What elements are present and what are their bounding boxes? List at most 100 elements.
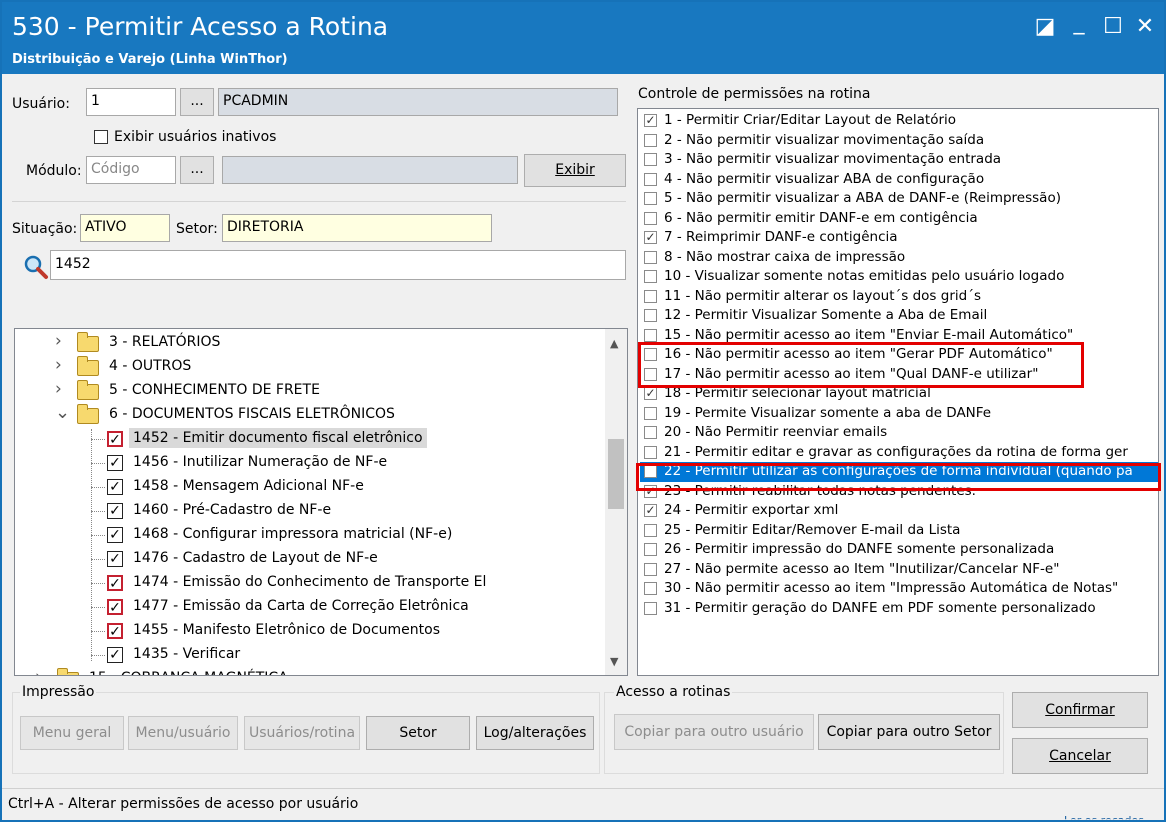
- permission-checkbox[interactable]: [644, 153, 657, 166]
- permission-checkbox[interactable]: ✓: [644, 504, 657, 517]
- permission-checkbox[interactable]: [644, 406, 657, 420]
- permission-item[interactable]: 2 - Não permitir visualizar movimentação…: [640, 131, 1158, 151]
- permission-checkbox[interactable]: [644, 582, 657, 595]
- setor-button[interactable]: Setor: [366, 716, 470, 750]
- tree-item-checkbox[interactable]: ✓: [107, 551, 123, 567]
- tree-item[interactable]: ✓ 1476 - Cadastro de Layout de NF-e: [15, 547, 595, 571]
- tree-item[interactable]: ✓ 1455 - Manifesto Eletrônico de Document…: [15, 619, 595, 643]
- tree-item[interactable]: ✓ 1452 - Emitir documento fiscal eletrôni…: [15, 427, 595, 451]
- permission-checkbox[interactable]: [644, 172, 657, 186]
- permission-checkbox[interactable]: [644, 601, 657, 615]
- show-inactive-checkbox[interactable]: [94, 130, 108, 144]
- permission-checkbox[interactable]: [644, 270, 657, 283]
- cancel-button[interactable]: Cancelar: [1012, 738, 1148, 774]
- tree-item-checkbox[interactable]: ✓: [107, 455, 123, 471]
- tree-item[interactable]: ✓ 1435 - Verificar: [15, 643, 595, 667]
- permission-item[interactable]: 20 - Não Permitir reenviar emails: [640, 423, 1158, 443]
- permission-item[interactable]: 21 - Permitir editar e gravar as configu…: [640, 443, 1158, 463]
- permission-checkbox[interactable]: [644, 133, 657, 147]
- minimize-icon[interactable]: _: [1062, 8, 1096, 38]
- tree-item[interactable]: ✓ 1456 - Inutilizar Numeração de NF-e: [15, 451, 595, 475]
- tree-folder[interactable]: › 15 - COBRANÇA MAGNÉTICA: [15, 667, 595, 675]
- copy-sector-button[interactable]: Copiar para outro Setor: [818, 714, 1000, 750]
- tree-item-checkbox[interactable]: ✓: [107, 503, 123, 519]
- tree-item-checkbox[interactable]: ✓: [107, 527, 123, 543]
- permission-item[interactable]: ✓ 7 - Reimprimir DANF-e contigência: [640, 228, 1158, 248]
- permission-item[interactable]: 30 - Não permitir acesso ao item "Impres…: [640, 579, 1158, 599]
- chevron-right-icon[interactable]: ›: [55, 379, 62, 399]
- maximize-icon[interactable]: ☐: [1096, 12, 1130, 42]
- sector-field[interactable]: DIRETORIA: [222, 214, 492, 242]
- situation-field[interactable]: ATIVO: [80, 214, 170, 242]
- permission-checkbox[interactable]: [644, 562, 657, 576]
- tree-folder[interactable]: › 4 - OUTROS: [15, 355, 595, 379]
- chevron-down-icon[interactable]: ⌄: [55, 402, 70, 423]
- user-code-input[interactable]: 1: [86, 88, 176, 116]
- tree-item-checkbox[interactable]: ✓: [107, 431, 123, 447]
- tree-item[interactable]: ✓ 1474 - Emissão do Conhecimento de Trans…: [15, 571, 595, 595]
- tree-item[interactable]: ✓ 1458 - Mensagem Adicional NF-e: [15, 475, 595, 499]
- copy-user-button[interactable]: Copiar para outro usuário: [614, 714, 814, 750]
- chevron-right-icon[interactable]: ›: [35, 667, 42, 675]
- restore-icon[interactable]: ◪: [1028, 12, 1062, 42]
- permission-checkbox[interactable]: ✓: [644, 387, 657, 400]
- permission-checkbox[interactable]: [644, 309, 657, 322]
- confirm-button[interactable]: Confirmar: [1012, 692, 1148, 728]
- permission-checkbox[interactable]: ✓: [644, 231, 657, 244]
- permission-checkbox[interactable]: [644, 250, 657, 264]
- permission-item[interactable]: 5 - Não permitir visualizar a ABA de DAN…: [640, 189, 1158, 209]
- permission-checkbox[interactable]: [644, 543, 657, 556]
- menu-geral-button[interactable]: Menu geral: [20, 716, 124, 750]
- tree-item[interactable]: ✓ 1477 - Emissão da Carta de Correção Ele…: [15, 595, 595, 619]
- scroll-up-icon[interactable]: ▲: [610, 337, 618, 350]
- permission-item[interactable]: 10 - Visualizar somente notas emitidas p…: [640, 267, 1158, 287]
- tree-scrollbar[interactable]: ▲ ▼: [605, 329, 627, 675]
- permission-item[interactable]: 4 - Não permitir visualizar ABA de confi…: [640, 170, 1158, 190]
- permission-item[interactable]: 8 - Não mostrar caixa de impressão: [640, 248, 1158, 268]
- tree-item-checkbox[interactable]: ✓: [107, 647, 123, 663]
- permission-item[interactable]: ✓ 1 - Permitir Criar/Editar Layout de Rel…: [640, 111, 1158, 131]
- permission-item[interactable]: 26 - Permitir impressão do DANFE somente…: [640, 540, 1158, 560]
- permission-checkbox[interactable]: [644, 426, 657, 439]
- module-code-input[interactable]: Código: [86, 156, 176, 184]
- permission-item[interactable]: 12 - Permitir Visualizar Somente a Aba d…: [640, 306, 1158, 326]
- permission-item[interactable]: 11 - Não permitir alterar os layout´s do…: [640, 287, 1158, 307]
- show-button[interactable]: Exibir: [524, 154, 626, 187]
- permission-checkbox[interactable]: [644, 289, 657, 303]
- user-lookup-button[interactable]: ...: [180, 88, 214, 116]
- tree-item-checkbox[interactable]: ✓: [107, 623, 123, 639]
- permission-checkbox[interactable]: [644, 192, 657, 205]
- permission-item[interactable]: 31 - Permitir geração do DANFE em PDF so…: [640, 599, 1158, 619]
- permission-item[interactable]: 19 - Permite Visualizar somente a aba de…: [640, 404, 1158, 424]
- scroll-thumb[interactable]: [608, 439, 624, 509]
- permission-item[interactable]: 25 - Permitir Editar/Remover E-mail da L…: [640, 521, 1158, 541]
- chevron-right-icon[interactable]: ›: [55, 355, 62, 375]
- search-input[interactable]: 1452: [50, 250, 626, 280]
- tree-item-checkbox[interactable]: ✓: [107, 479, 123, 495]
- tree-folder[interactable]: › 5 - CONHECIMENTO DE FRETE: [15, 379, 595, 403]
- tree-folder[interactable]: › 3 - RELATÓRIOS: [15, 331, 595, 355]
- tree-item[interactable]: ✓ 1460 - Pré-Cadastro de NF-e: [15, 499, 595, 523]
- tree-item-checkbox[interactable]: ✓: [107, 599, 123, 615]
- usuarios-rotina-button[interactable]: Usuários/rotina: [244, 716, 360, 750]
- module-lookup-button[interactable]: ...: [180, 156, 214, 184]
- close-icon[interactable]: ✕: [1128, 12, 1162, 42]
- menu-usuario-button[interactable]: Menu/usuário: [128, 716, 238, 750]
- status-text: Ctrl+A - Alterar permissões de acesso po…: [8, 796, 359, 812]
- log-button[interactable]: Log/alterações: [476, 716, 594, 750]
- scroll-down-icon[interactable]: ▼: [610, 655, 618, 668]
- permission-checkbox[interactable]: [644, 328, 657, 342]
- folder-icon: [77, 356, 99, 376]
- chevron-right-icon[interactable]: ›: [55, 331, 62, 351]
- permission-checkbox[interactable]: ✓: [644, 114, 657, 127]
- permission-item[interactable]: ✓ 24 - Permitir exportar xml: [640, 501, 1158, 521]
- permission-item[interactable]: 3 - Não permitir visualizar movimentação…: [640, 150, 1158, 170]
- permission-checkbox[interactable]: [644, 211, 657, 225]
- tree-item-checkbox[interactable]: ✓: [107, 575, 123, 591]
- tree-item[interactable]: ✓ 1468 - Configurar impressora matricial …: [15, 523, 595, 547]
- tree-folder[interactable]: ⌄ 6 - DOCUMENTOS FISCAIS ELETRÔNICOS: [15, 402, 595, 427]
- permission-item[interactable]: 27 - Não permite acesso ao Item "Inutili…: [640, 560, 1158, 580]
- permission-checkbox[interactable]: [644, 445, 657, 459]
- permission-item[interactable]: 6 - Não permitir emitir DANF-e em contig…: [640, 209, 1158, 229]
- permission-checkbox[interactable]: [644, 523, 657, 537]
